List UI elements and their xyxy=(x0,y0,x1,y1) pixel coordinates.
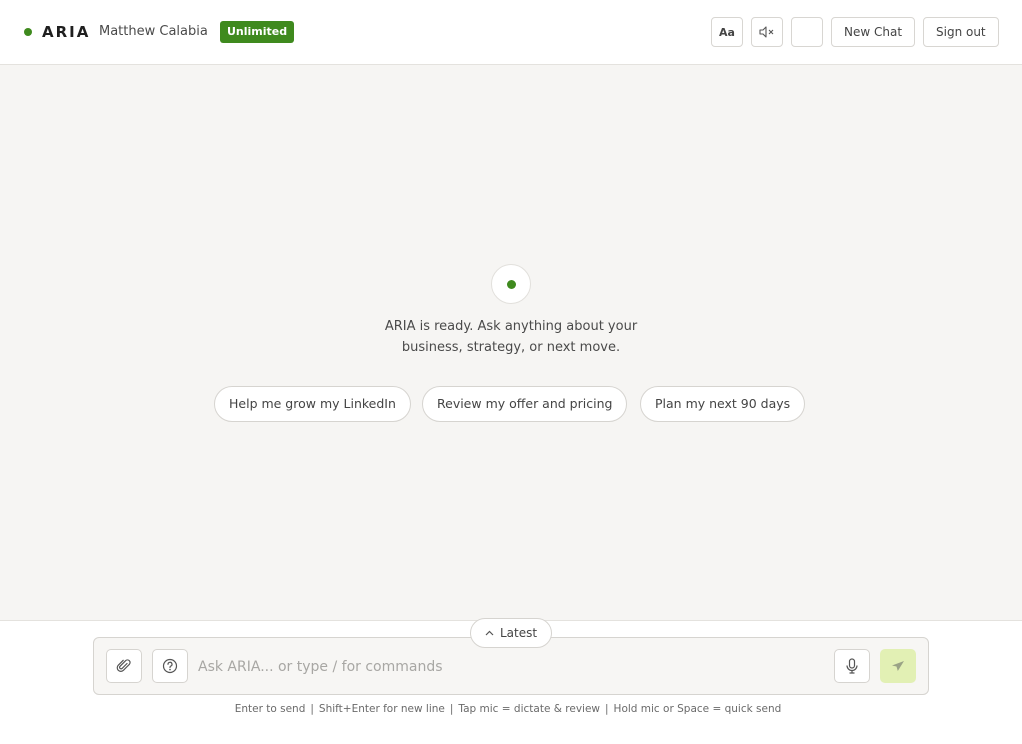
suggestion-chip[interactable]: Help me grow my LinkedIn xyxy=(214,386,411,422)
keyboard-hints: Enter to send | Shift+Enter for new line | T… xyxy=(234,703,782,715)
send-icon xyxy=(892,661,904,671)
ready-indicator xyxy=(491,264,531,304)
paperclip-icon xyxy=(116,659,131,672)
hint-text: Tap mic = dictate & review xyxy=(458,703,600,715)
attach-button[interactable] xyxy=(106,649,142,683)
suggestion-chip[interactable]: Plan my next 90 days xyxy=(640,386,806,422)
mic-button[interactable] xyxy=(834,649,870,683)
chevron-up-icon xyxy=(485,630,494,636)
moon-icon xyxy=(803,27,810,36)
app-brand: ARIA xyxy=(42,23,91,41)
plan-badge: Unlimited xyxy=(220,21,295,43)
hint-text: Enter to send xyxy=(234,703,306,715)
help-circle-icon xyxy=(162,658,178,674)
hint-text: Shift+Enter for new line xyxy=(318,703,445,715)
microphone-icon xyxy=(846,658,858,674)
latest-label: Latest xyxy=(499,626,538,640)
suggestion-chip[interactable]: Review my offer and pricing xyxy=(422,386,628,422)
speaker-muted-icon xyxy=(759,26,774,38)
user-name: Matthew Calabia xyxy=(99,24,208,39)
send-button[interactable] xyxy=(880,649,916,683)
online-status-dot xyxy=(24,28,32,36)
ready-dot xyxy=(506,279,516,289)
top-bar: ARIA Matthew Calabia Unlimited Aa New Ch… xyxy=(0,0,1022,65)
help-button[interactable] xyxy=(152,649,188,683)
hint-text: Hold mic or Space = quick send xyxy=(613,703,782,715)
jump-to-latest-button[interactable]: Latest xyxy=(470,618,552,648)
new-chat-button[interactable]: New Chat xyxy=(831,17,916,47)
mute-button[interactable] xyxy=(751,17,783,47)
message-input[interactable] xyxy=(198,652,818,682)
ready-message: ARIA is ready. Ask anything about your b… xyxy=(384,319,638,355)
sign-out-button[interactable]: Sign out xyxy=(923,17,999,47)
font-size-button[interactable]: Aa xyxy=(711,17,743,47)
theme-toggle-button[interactable] xyxy=(791,17,823,47)
font-size-icon: Aa xyxy=(719,25,735,39)
